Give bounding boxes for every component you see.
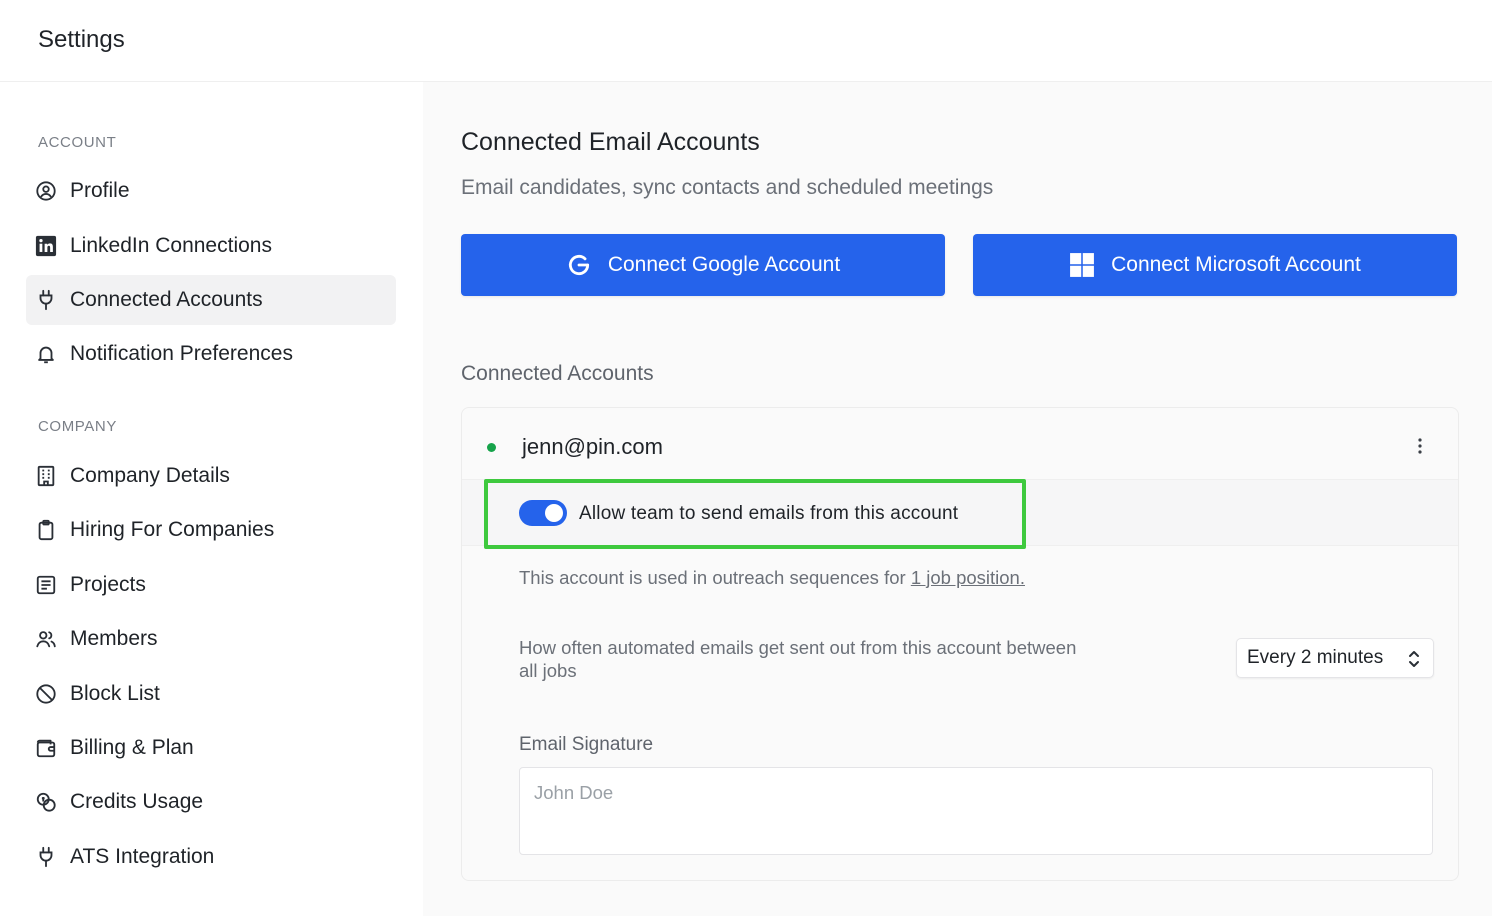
users-icon [34, 627, 58, 651]
sidebar-item-profile[interactable]: Profile [26, 166, 396, 216]
wallet-icon [34, 736, 58, 760]
sidebar-item-label: ATS Integration [70, 845, 215, 868]
plug-icon [34, 845, 58, 869]
sidebar-item-label: Projects [70, 573, 146, 596]
sidebar-item-linkedin-connections[interactable]: LinkedIn Connections [26, 221, 396, 271]
sidebar-item-connected-accounts[interactable]: Connected Accounts [26, 275, 396, 325]
linkedin-icon [34, 234, 58, 258]
sidebar-item-notification-preferences[interactable]: Notification Preferences [26, 329, 396, 379]
page-title: Settings [38, 26, 125, 53]
main-content: Connected Email Accounts Email candidate… [423, 82, 1492, 916]
account-header: jenn@pin.com [462, 408, 1458, 480]
sidebar-item-label: Members [70, 627, 158, 650]
connect-google-button[interactable]: Connect Google Account [461, 234, 945, 296]
plug-icon [34, 288, 58, 312]
signature-input[interactable] [519, 767, 1433, 855]
more-options-icon[interactable] [1408, 434, 1432, 458]
status-dot [487, 443, 496, 452]
signature-label: Email Signature [519, 734, 654, 755]
settings-sidebar: ACCOUNT Profile LinkedIn Connections Con… [0, 82, 423, 916]
frequency-label: How often automated emails get sent out … [519, 637, 1077, 681]
sidebar-item-label: Credits Usage [70, 790, 204, 813]
sidebar-item-billing-plan[interactable]: Billing & Plan [26, 723, 396, 773]
connected-accounts-heading: Connected Accounts [461, 362, 654, 385]
sidebar-item-label: Block List [70, 682, 160, 705]
connect-microsoft-label: Connect Microsoft Account [1111, 253, 1361, 276]
top-bar: Settings [0, 0, 1492, 82]
section-label-account: ACCOUNT [38, 134, 117, 151]
account-email: jenn@pin.com [522, 434, 663, 459]
sidebar-item-label: LinkedIn Connections [70, 234, 272, 257]
bell-icon [34, 342, 58, 366]
building-icon [34, 464, 58, 488]
sidebar-item-projects[interactable]: Projects [26, 560, 396, 610]
sidebar-item-credits-usage[interactable]: Credits Usage [26, 777, 396, 827]
sidebar-item-label: Billing & Plan [70, 736, 194, 759]
sidebar-item-label: Hiring For Companies [70, 518, 275, 541]
ban-icon [34, 682, 58, 706]
frequency-select[interactable]: Every 2 minutes [1236, 638, 1434, 678]
document-list-icon [34, 573, 58, 597]
sidebar-item-block-list[interactable]: Block List [26, 669, 396, 719]
google-icon [566, 252, 592, 278]
section-label-company: COMPANY [38, 418, 117, 435]
section-subtitle: Email candidates, sync contacts and sche… [461, 176, 994, 199]
highlight-box [484, 479, 1026, 549]
microsoft-icon [1069, 252, 1095, 278]
sidebar-item-label: Profile [70, 179, 130, 202]
sidebar-item-company-details[interactable]: Company Details [26, 451, 396, 501]
frequency-value: Every 2 minutes [1247, 647, 1384, 668]
coins-icon [34, 790, 58, 814]
sidebar-item-label: Notification Preferences [70, 342, 293, 365]
connected-account-card: jenn@pin.com Allow team to send emails f… [461, 407, 1459, 881]
job-position-link[interactable]: 1 job position. [911, 567, 1025, 588]
sidebar-item-members[interactable]: Members [26, 614, 396, 664]
sidebar-item-ats-integration[interactable]: ATS Integration [26, 832, 396, 882]
section-title: Connected Email Accounts [461, 128, 760, 156]
clipboard-icon [34, 518, 58, 542]
usage-text: This account is used in outreach sequenc… [519, 567, 1025, 588]
sidebar-item-hiring-for-companies[interactable]: Hiring For Companies [26, 505, 396, 555]
chevron-up-down-icon [1407, 649, 1421, 675]
connect-microsoft-button[interactable]: Connect Microsoft Account [973, 234, 1457, 296]
sidebar-item-label: Connected Accounts [70, 288, 263, 311]
connect-google-label: Connect Google Account [607, 253, 841, 276]
sidebar-item-label: Company Details [70, 464, 230, 487]
user-circle-icon [34, 179, 58, 203]
